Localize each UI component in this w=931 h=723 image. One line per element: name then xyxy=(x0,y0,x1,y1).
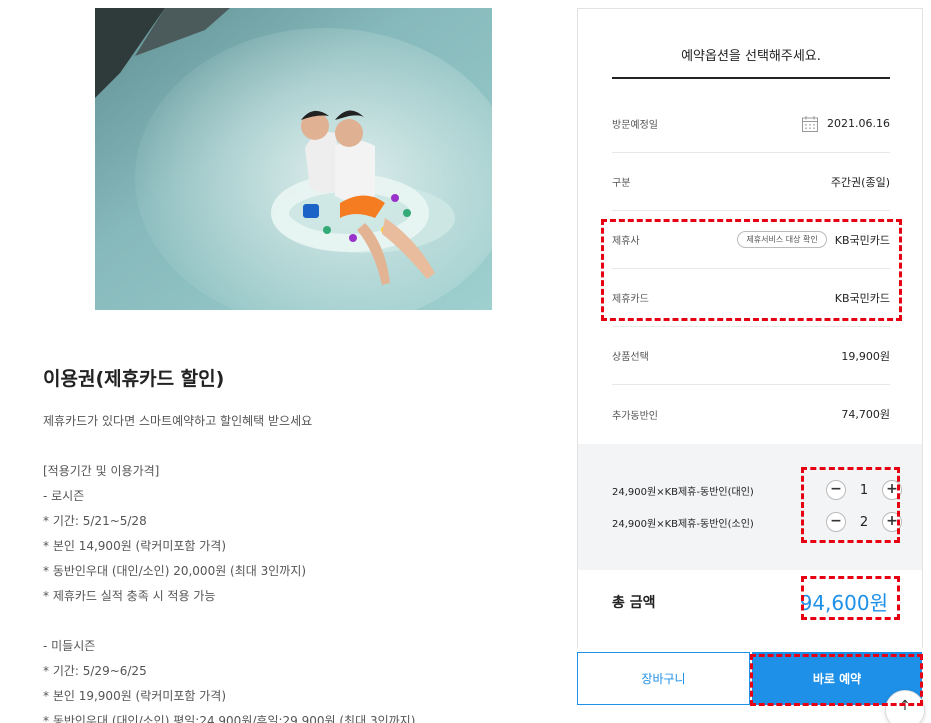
quantity-stepper: − 2 + xyxy=(826,512,902,532)
ticket-type-row[interactable]: 구분 주간권(종일) xyxy=(612,153,890,211)
total-label: 총 금액 xyxy=(612,595,656,611)
calendar-icon[interactable] xyxy=(801,115,819,133)
increase-button[interactable]: + xyxy=(882,480,902,500)
description-line: [적용기간 및 이용가격] xyxy=(43,464,160,478)
visit-date-value: 2021.06.16 xyxy=(827,117,890,130)
decrease-button[interactable]: − xyxy=(826,480,846,500)
description-line: * 동반인우대 (대인/소인) 20,000원 (최대 3인까지) xyxy=(43,564,307,578)
ticket-type-value: 주간권(종일) xyxy=(830,175,890,189)
companion-child-item: 24,900원×KB제휴-동반인(소인) − 2 + xyxy=(612,507,902,537)
extra-companion-row[interactable]: 추가동반인 74,700원 xyxy=(612,385,890,443)
extra-companion-value: 74,700원 xyxy=(841,408,890,421)
description-line: * 기간: 5/29~6/25 xyxy=(43,664,147,678)
increase-button[interactable]: + xyxy=(882,512,902,532)
description-line: * 제휴카드 실적 충족 시 적용 가능 xyxy=(43,589,216,603)
description-line: * 기간: 5/21~5/28 xyxy=(43,514,147,528)
title-divider xyxy=(612,77,890,79)
panel-title: 예약옵션을 선택해주세요. xyxy=(681,49,821,64)
visit-date-row[interactable]: 방문예정일 2021.06.16 xyxy=(612,95,890,153)
partner-label: 제휴사 xyxy=(612,236,640,247)
product-title: 이용권(제휴카드 할인) xyxy=(43,368,225,390)
product-select-label: 상품선택 xyxy=(612,352,649,363)
arrow-up-icon: ↑ xyxy=(899,698,911,714)
product-select-row[interactable]: 상품선택 19,900원 xyxy=(612,327,890,385)
description-line: * 본인 19,900원 (락커미포함 가격) xyxy=(43,689,227,703)
add-to-cart-button[interactable]: 장바구니 xyxy=(577,652,750,705)
quantity-value: 1 xyxy=(859,482,869,498)
ticket-type-label: 구분 xyxy=(612,178,631,189)
reservation-panel: 예약옵션을 선택해주세요. 방문예정일 2021.06.16 구분 주간권(종일… xyxy=(577,8,923,648)
partner-row[interactable]: 제휴사 제휴서비스 대상 확인 KB국민카드 xyxy=(612,211,890,269)
companion-child-title: 24,900원×KB제휴-동반인(소인) xyxy=(612,518,754,530)
description-line: - 미들시즌 xyxy=(43,639,96,653)
quantity-stepper: − 1 + xyxy=(826,480,902,500)
partner-card-label: 제휴카드 xyxy=(612,294,649,305)
description-line: * 동반인우대 (대인/소인) 평일:24,900원/휴일:29,900원 (최… xyxy=(43,714,416,723)
partner-card-row[interactable]: 제휴카드 KB국민카드 xyxy=(612,269,890,327)
product-photo xyxy=(95,8,492,310)
description-line: * 본인 14,900원 (락커미포함 가격) xyxy=(43,539,227,553)
companion-quantity-box: 24,900원×KB제휴-동반인(대인) − 1 + 24,900원×KB제휴-… xyxy=(578,444,922,570)
product-select-value: 19,900원 xyxy=(841,349,890,363)
companion-adult-title: 24,900원×KB제휴-동반인(대인) xyxy=(612,486,754,498)
companion-adult-item: 24,900원×KB제휴-동반인(대인) − 1 + xyxy=(612,475,902,505)
extra-companion-label: 추가동반인 xyxy=(612,410,658,422)
visit-date-label: 방문예정일 xyxy=(612,120,658,131)
decrease-button[interactable]: − xyxy=(826,512,846,532)
partner-card-value: KB국민카드 xyxy=(834,291,890,305)
description-line: - 로시즌 xyxy=(43,489,85,503)
quantity-value: 2 xyxy=(859,514,869,530)
partner-check-badge[interactable]: 제휴서비스 대상 확인 xyxy=(737,231,827,248)
scroll-top-button[interactable]: ↑ xyxy=(885,690,925,723)
product-description: 제휴카드가 있다면 스마트예약하고 할인혜택 받으세요 [적용기간 및 이용가격… xyxy=(43,413,543,723)
description-line: 제휴카드가 있다면 스마트예약하고 할인혜택 받으세요 xyxy=(43,414,313,428)
total-amount: 94,600원 xyxy=(799,591,888,615)
partner-value: KB국민카드 xyxy=(834,233,890,247)
